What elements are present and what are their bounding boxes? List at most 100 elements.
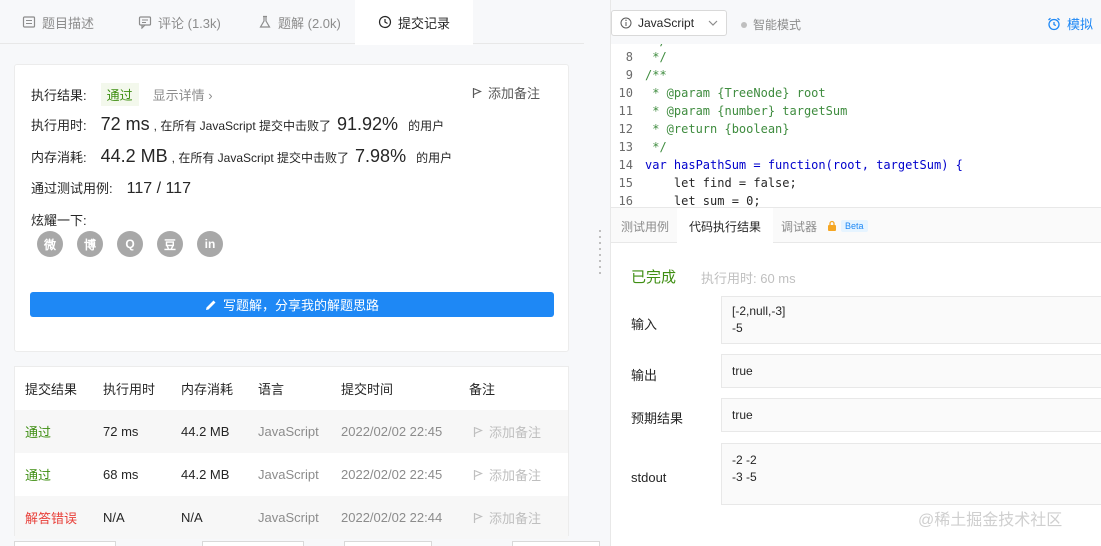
add-note-label: 添加备注 xyxy=(487,86,540,101)
tab-solutions[interactable]: 题解 (2.0k) xyxy=(258,0,341,44)
runtime-beat-text: , 在所有 JavaScript 提交中击败了 xyxy=(153,119,332,133)
code-editor[interactable]: */ 8 */ 9/** 10 * @param {TreeNode} root… xyxy=(611,44,1101,207)
table-header: 提交结果 执行用时 内存消耗 语言 提交时间 备注 xyxy=(15,367,568,410)
code-line: 14 var hasPathSum = function(root, target… xyxy=(618,158,963,172)
write-solution-button[interactable]: 写题解，分享我的解题思路 xyxy=(30,292,554,317)
smart-mode-label: 智能模式 xyxy=(753,18,802,32)
row-memory: N/A xyxy=(181,510,203,525)
bottom-control[interactable] xyxy=(344,541,432,546)
result-card: 执行结果: 通过 显示详情 › 添加备注 执行用时: 72 ms , 在所有 J… xyxy=(14,64,569,352)
code-line: 9/** xyxy=(625,68,667,82)
row-language: JavaScript xyxy=(258,424,319,439)
status-row: 执行结果: 通过 显示详情 › xyxy=(31,83,213,106)
linkedin-icon[interactable]: in xyxy=(197,231,223,257)
code-line: 16 let sum = 0; xyxy=(618,194,761,207)
tests-row: 通过测试用例: 117 / 117 xyxy=(31,178,191,198)
code-line: 15 let find = false; xyxy=(618,176,797,190)
row-status[interactable]: 通过 xyxy=(25,465,51,484)
tab-test-cases[interactable]: 测试用例 xyxy=(621,208,669,244)
tests-value: 117 / 117 xyxy=(126,180,191,197)
row-language: JavaScript xyxy=(258,510,319,525)
runtime-row: 执行用时: 72 ms , 在所有 JavaScript 提交中击败了 91.9… xyxy=(31,114,444,135)
mock-interview-button[interactable]: 模拟 xyxy=(1047,14,1093,33)
tab-label: 提交记录 xyxy=(397,15,450,31)
smart-mode-toggle[interactable]: 智能模式 xyxy=(741,16,801,33)
header-language: 语言 xyxy=(258,382,285,397)
input-value: [-2,null,-3] -5 xyxy=(721,296,1101,344)
mock-label: 模拟 xyxy=(1067,17,1094,32)
tab-description[interactable]: 题目描述 xyxy=(22,0,94,44)
flag-icon xyxy=(473,469,483,480)
pencil-icon xyxy=(205,300,216,310)
console-tabs: 测试用例 代码执行结果 调试器 Beta xyxy=(611,207,1101,245)
editor-toolbar: JavaScript 智能模式 模拟 xyxy=(611,0,1101,44)
row-add-note[interactable]: 添加备注 xyxy=(473,422,541,441)
row-status[interactable]: 解答错误 xyxy=(25,508,77,527)
output-label: 输出 xyxy=(631,368,658,383)
show-details-link[interactable]: 显示详情 › xyxy=(153,85,213,104)
stdout-label: stdout xyxy=(631,470,667,485)
clock-icon xyxy=(378,15,392,29)
flag-icon xyxy=(472,87,482,98)
row-time: 2022/02/02 22:45 xyxy=(341,467,443,482)
tab-label: 评论 (1.3k) xyxy=(158,15,221,31)
bottom-control[interactable] xyxy=(202,541,304,546)
tab-submissions[interactable]: 提交记录 xyxy=(355,0,473,45)
row-runtime: 68 ms xyxy=(103,467,139,482)
table-row[interactable]: 通过 68 ms 44.2 MB JavaScript 2022/02/02 2… xyxy=(15,453,568,496)
flag-icon xyxy=(473,512,483,523)
wechat-icon[interactable]: 微 xyxy=(37,231,63,257)
row-time: 2022/02/02 22:44 xyxy=(341,510,443,525)
qq-icon[interactable]: Q xyxy=(117,231,143,257)
runtime-label: 执行用时: xyxy=(31,118,87,133)
flag-icon xyxy=(473,426,483,437)
tab-debugger[interactable]: 调试器 Beta xyxy=(781,208,868,244)
header-note: 备注 xyxy=(469,382,496,397)
tests-label: 通过测试用例: xyxy=(31,181,113,196)
row-note-label: 添加备注 xyxy=(489,511,542,526)
table-row[interactable]: 通过 72 ms 44.2 MB JavaScript 2022/02/02 2… xyxy=(15,410,568,453)
runtime-percent: 91.92% xyxy=(337,114,399,134)
bottom-control[interactable] xyxy=(512,541,600,546)
add-note-button[interactable]: 添加备注 xyxy=(472,83,540,102)
memory-row: 内存消耗: 44.2 MB , 在所有 JavaScript 提交中击败了 7.… xyxy=(31,146,452,167)
right-panel: JavaScript 智能模式 模拟 */ 8 */ 9/** 10 * @pa… xyxy=(610,0,1101,546)
panel-resize-handle[interactable] xyxy=(599,230,603,274)
lock-icon xyxy=(828,220,837,231)
write-solution-label: 写题解，分享我的解题思路 xyxy=(222,298,379,313)
tab-run-result[interactable]: 代码执行结果 xyxy=(677,208,774,245)
share-icons: 微 博 Q 豆 in xyxy=(37,231,223,257)
language-select[interactable]: JavaScript xyxy=(611,10,727,36)
row-note-label: 添加备注 xyxy=(489,425,542,440)
row-language: JavaScript xyxy=(258,467,319,482)
table-row[interactable]: 解答错误 N/A N/A JavaScript 2022/02/02 22:44… xyxy=(15,496,568,539)
tab-label: 题解 (2.0k) xyxy=(278,15,341,31)
memory-value: 44.2 MB xyxy=(100,146,168,166)
row-add-note[interactable]: 添加备注 xyxy=(473,465,541,484)
douban-icon[interactable]: 豆 xyxy=(157,231,183,257)
chevron-down-icon xyxy=(708,20,718,26)
status-badge: 通过 xyxy=(100,83,139,106)
row-note-label: 添加备注 xyxy=(489,468,542,483)
finished-status: 已完成 xyxy=(631,269,677,286)
alarm-clock-icon xyxy=(1048,17,1060,30)
stdout-value: -2 -2 -3 -5 xyxy=(721,443,1101,505)
share-row: 炫耀一下: xyxy=(31,210,87,229)
row-status[interactable]: 通过 xyxy=(25,422,51,441)
document-icon xyxy=(22,16,36,28)
exec-time: 执行用时: 60 ms xyxy=(701,271,796,286)
row-add-note[interactable]: 添加备注 xyxy=(473,508,541,527)
weibo-icon[interactable]: 博 xyxy=(77,231,103,257)
memory-label: 内存消耗: xyxy=(31,150,87,165)
info-icon xyxy=(620,17,632,29)
row-memory: 44.2 MB xyxy=(181,467,230,482)
memory-percent: 7.98% xyxy=(355,146,407,166)
code-line: 13 */ xyxy=(618,140,667,154)
memory-tail: 的用户 xyxy=(416,151,453,165)
problem-tabs: 题目描述 评论 (1.3k) 题解 (2.0k) 提交记录 xyxy=(0,0,584,45)
status-dot xyxy=(741,21,747,28)
flask-icon xyxy=(259,15,271,28)
bottom-control[interactable] xyxy=(14,541,116,546)
row-runtime: 72 ms xyxy=(103,424,139,439)
tab-comments[interactable]: 评论 (1.3k) xyxy=(138,0,221,44)
